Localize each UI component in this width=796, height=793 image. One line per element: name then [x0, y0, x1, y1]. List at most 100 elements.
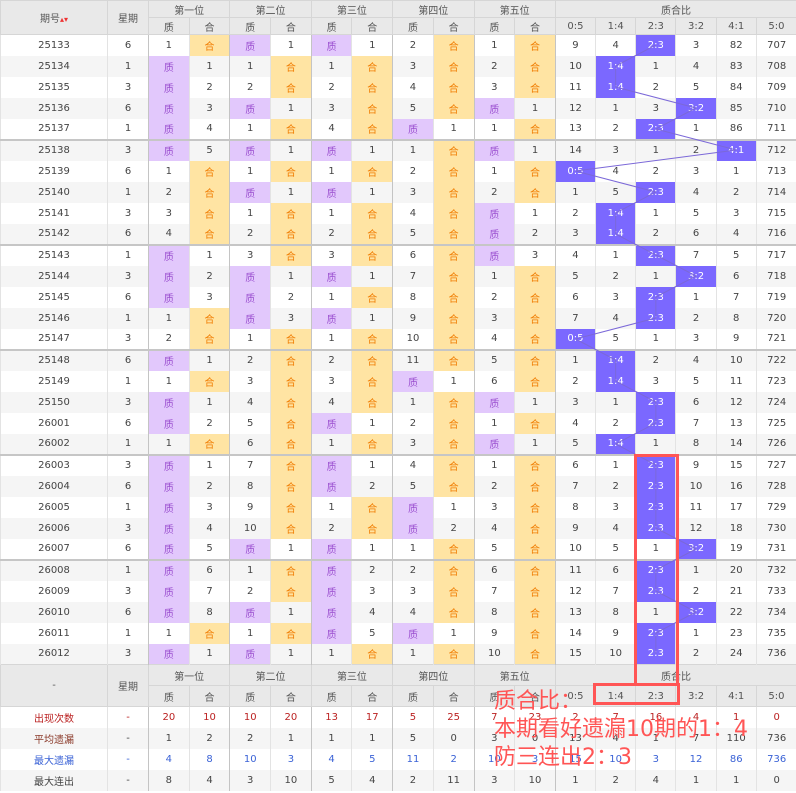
he-cell: 1: [188, 55, 230, 77]
ratio-cell: 22: [715, 601, 757, 623]
zhi-cell: 4: [473, 328, 515, 350]
weekday-cell: 3: [107, 265, 149, 287]
ratio-cell: 1:4: [595, 348, 636, 371]
zhi-cell: 质: [310, 34, 352, 56]
ratio-cell: 10: [715, 348, 757, 371]
zhi-cell: 质: [148, 580, 190, 602]
he-cell: 合: [270, 328, 312, 350]
ratio-cell: 11: [554, 558, 596, 581]
period-cell: 25138: [0, 138, 108, 161]
ratio-cell: 2: [554, 370, 596, 392]
period-cell: 26003: [0, 453, 108, 476]
ratio-cell: 4: [595, 517, 636, 539]
zhi-cell: 质: [392, 622, 434, 644]
zhi-cell: 质: [148, 76, 190, 98]
zhi-cell: 1: [148, 307, 190, 329]
trend-table-container: 期号▴▾ 星期 第一位 第二位 第三位 第四位 第五位 质合比质合质合质合质合质合 0:5 1:4…: [0, 0, 796, 791]
he-cell: 合: [270, 160, 312, 182]
table-row: 26007 6 质 5 质 1 质 1 1 合 5 合 10 5 1 3:2 19 731: [0, 538, 796, 560]
he-cell: 2: [188, 412, 230, 434]
stats-value: 17: [351, 706, 393, 728]
he-cell: 1: [514, 202, 556, 224]
ratio-cell: 707: [755, 34, 796, 56]
he-cell: 合: [351, 517, 393, 539]
weekday-cell: 3: [107, 517, 149, 539]
stats-value: -: [107, 769, 149, 791]
he-cell: 1: [270, 601, 312, 623]
weekday-cell: 6: [107, 223, 149, 245]
ratio-cell: 15: [554, 643, 596, 665]
ratio-cell: 2:3: [635, 412, 676, 434]
zhi-cell: 2: [392, 412, 434, 434]
ratio-cell: 714: [755, 181, 796, 203]
table-row: 26004 6 质 2 8 合质 2 5 合 2 合 7 2 2:3 10 16 728: [0, 475, 796, 497]
he-cell: 合: [432, 328, 474, 350]
ratio-cell: 12: [715, 391, 757, 413]
position-header-2: 第二位: [229, 0, 312, 18]
zhi-cell: 1: [229, 202, 271, 224]
ratio-cell: 7: [715, 286, 757, 308]
ratio-cell: 15: [715, 453, 757, 476]
he-cell: 合: [514, 265, 556, 287]
ratio-cell: 3:2: [675, 538, 717, 560]
zhi-cell: 3: [310, 243, 352, 266]
ratio-cell: 4: [554, 243, 596, 266]
zhi-cell: 质: [392, 517, 434, 539]
stats-value: 4: [310, 748, 352, 770]
stats-label: 出现次数: [0, 706, 108, 728]
zhi-cell: 质: [148, 453, 190, 476]
ratio-cell: 6: [554, 286, 596, 308]
zhi-cell: 9: [229, 496, 271, 518]
table-row: 25140 1 2 合质 1 质 1 3 合 2 合 1 5 2:3 4 2 714: [0, 181, 796, 203]
he-cell: 1: [351, 307, 393, 329]
zhi-header: 质: [148, 685, 190, 707]
zhi-cell: 3: [392, 55, 434, 77]
ratio-cell: 4:1: [715, 138, 757, 161]
ratio-cell: 1: [675, 286, 717, 308]
ratio-cell: 17: [715, 496, 757, 518]
sort-icon[interactable]: ▴▾: [60, 15, 68, 24]
period-cell: 25146: [0, 307, 108, 329]
ratio-col-header: 0:5: [554, 17, 597, 35]
zhi-cell: 质: [148, 55, 190, 77]
ratio-cell: 2:3: [635, 181, 676, 203]
ratio-cell: 5: [715, 243, 757, 266]
stats-value: 5: [310, 769, 352, 791]
ratio-col-header: 3:2: [675, 685, 717, 707]
ratio-cell: 1:4: [595, 223, 636, 245]
ratio-cell: 2:3: [635, 453, 676, 476]
ratio-cell: 2:3: [635, 475, 676, 497]
ratio-cell: 729: [755, 496, 796, 518]
stats-value: 1: [554, 769, 596, 791]
he-cell: 合: [188, 328, 230, 350]
he-cell: 合: [432, 76, 474, 98]
ratio-cell: 1: [675, 558, 717, 581]
he-cell: 合: [270, 558, 312, 581]
stats-value: 1: [715, 769, 757, 791]
he-cell: 合: [188, 160, 230, 182]
weekday-cell: 6: [107, 538, 149, 560]
he-cell: 合: [351, 496, 393, 518]
ratio-col-header: 5:0: [755, 685, 796, 707]
ratio-cell: 3: [675, 160, 717, 182]
he-cell: 合: [188, 181, 230, 203]
he-header: 合: [351, 17, 394, 35]
period-header[interactable]: 期号▴▾: [0, 0, 108, 35]
zhi-cell: 4: [392, 453, 434, 476]
zhi-cell: 8: [473, 601, 515, 623]
zhi-cell: 质: [148, 412, 190, 434]
zhi-cell: 质: [392, 370, 434, 392]
ratio-cell: 0:5: [554, 160, 596, 182]
he-cell: 1: [188, 643, 230, 665]
ratio-cell: 8: [595, 601, 636, 623]
he-cell: 合: [270, 622, 312, 644]
zhi-header: 质: [229, 685, 272, 707]
he-cell: 2: [188, 475, 230, 497]
ratio-cell: 10: [675, 475, 717, 497]
he-cell: 合: [514, 348, 556, 371]
zhi-cell: 1: [310, 433, 352, 455]
weekday-cell: 6: [107, 160, 149, 182]
zhi-cell: 质: [473, 391, 515, 413]
ratio-cell: 1: [675, 118, 717, 140]
stats-value: 5: [392, 727, 434, 749]
